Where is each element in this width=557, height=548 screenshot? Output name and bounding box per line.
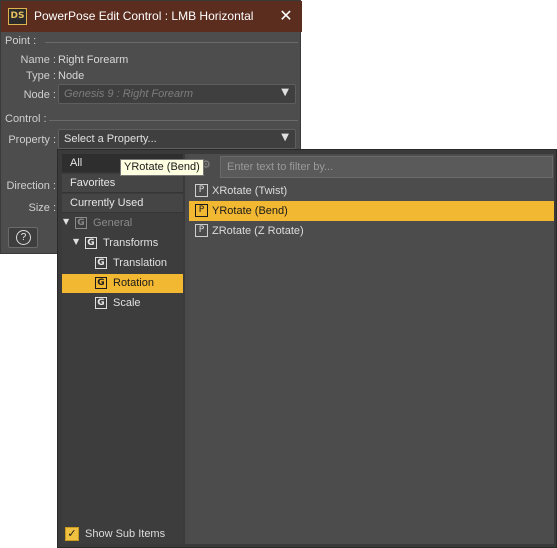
expand-arrow-icon[interactable]: ▼ [73, 237, 79, 246]
tree-item-label: Translation [113, 257, 168, 269]
property-icon: P [195, 224, 208, 237]
tree-item-label: Transforms [103, 237, 159, 249]
group-icon: G [95, 257, 107, 269]
tree-item-label: Rotation [113, 277, 154, 289]
chevron-down-icon: ▼ [281, 87, 289, 98]
group-icon: G [95, 297, 107, 309]
tab-favorites[interactable]: Favorites [62, 174, 183, 193]
point-divider [45, 42, 298, 43]
tree-item-transforms[interactable]: ▼ G Transforms [62, 234, 183, 253]
close-button[interactable]: ✕ [275, 5, 297, 27]
show-sub-items-checkbox[interactable]: ✓ [65, 527, 79, 541]
filter-input[interactable] [221, 157, 552, 177]
point-section-label: Point : [5, 35, 37, 47]
name-label: Name : [20, 54, 56, 66]
filter-input-box[interactable] [220, 156, 553, 178]
help-button[interactable]: ? [8, 227, 38, 248]
node-dropdown[interactable]: Genesis 9 : Right Forearm ▼ [58, 84, 296, 104]
control-section-label: Control : [5, 113, 47, 125]
node-label: Node : [23, 89, 56, 101]
property-item-zrotate[interactable]: P ZRotate (Z Rotate) [189, 221, 554, 241]
node-dropdown-value: Genesis 9 : Right Forearm [64, 88, 193, 100]
group-icon: G [95, 277, 107, 289]
title-bar[interactable]: DS PowerPose Edit Control : LMB Horizont… [1, 1, 302, 32]
name-value: Right Forearm [58, 54, 129, 66]
property-item-label: YRotate (Bend) [212, 205, 288, 217]
expand-arrow-icon[interactable]: ▼ [63, 217, 69, 226]
help-icon: ? [16, 230, 31, 245]
property-label: Property : [8, 134, 56, 146]
tree-item-general[interactable]: ▼ G General [62, 214, 183, 233]
tab-currently-used[interactable]: Currently Used [62, 194, 183, 213]
direction-label: Direction : [6, 180, 56, 192]
tree-item-scale[interactable]: G Scale [62, 294, 183, 313]
window-title: PowerPose Edit Control : LMB Horizontal [34, 9, 254, 23]
property-item-yrotate[interactable]: P YRotate (Bend) [189, 201, 554, 221]
property-icon: P [195, 204, 208, 217]
property-icon: P [195, 184, 208, 197]
type-label: Type : [26, 70, 56, 82]
tree-item-rotation[interactable]: G Rotation [62, 274, 183, 293]
group-icon: G [75, 217, 87, 229]
property-dropdown[interactable]: Select a Property... ▼ [58, 129, 296, 149]
property-item-label: XRotate (Twist) [212, 185, 288, 197]
property-item-xrotate[interactable]: P XRotate (Twist) [189, 181, 554, 201]
type-value: Node [58, 70, 85, 82]
property-picker-popup: All Favorites Currently Used ▼ G General… [57, 149, 557, 548]
tree-item-label: General [93, 217, 133, 229]
control-divider [49, 120, 298, 121]
daz-studio-logo-icon: DS [8, 8, 27, 25]
tab-favorites-label: Favorites [70, 177, 116, 189]
tree-item-label: Scale [113, 297, 141, 309]
property-item-label: ZRotate (Z Rotate) [212, 225, 304, 237]
group-icon: G [85, 237, 97, 249]
size-label: Size : [28, 202, 56, 214]
tab-all-label: All [70, 157, 83, 169]
show-sub-items-label: Show Sub Items [85, 528, 166, 540]
property-dropdown-value: Select a Property... [64, 133, 157, 145]
tree-item-translation[interactable]: G Translation [62, 254, 183, 273]
chevron-down-icon: ▼ [281, 132, 289, 143]
tooltip: YRotate (Bend) [120, 159, 204, 176]
tab-currently-used-label: Currently Used [70, 197, 144, 209]
